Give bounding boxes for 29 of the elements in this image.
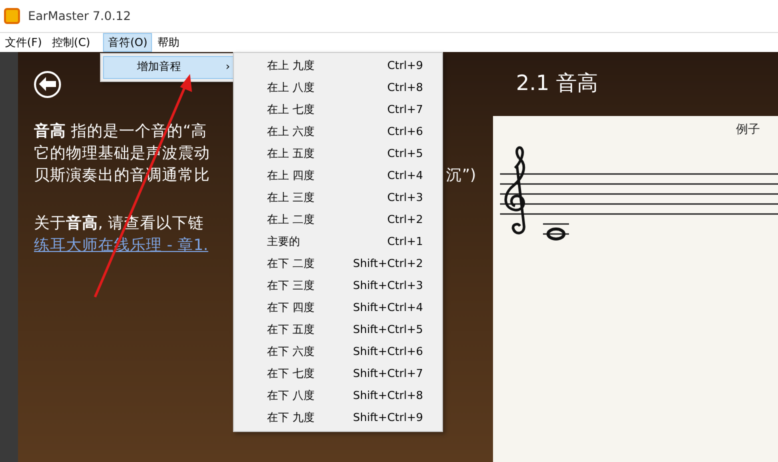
menu-item[interactable]: 在上 九度 Ctrl+9 — [234, 55, 442, 77]
text-fragment: 沉”) — [446, 165, 476, 186]
text-line: 音高 指的是一个音的“高 — [34, 121, 207, 142]
menu-item[interactable]: 在下 三度 Shift+Ctrl+3 — [234, 275, 442, 297]
menu-item[interactable]: 帮助 — [152, 33, 184, 52]
menu-item[interactable]: 在下 四度 Shift+Ctrl+4 — [234, 297, 442, 319]
menu-item[interactable]: 主要的 Ctrl+1 — [234, 231, 442, 253]
menu-item[interactable]: 在上 七度 Ctrl+7 — [234, 99, 442, 121]
menu-item[interactable]: 在下 二度 Shift+Ctrl+2 — [234, 253, 442, 275]
window-title: EarMaster 7.0.12 — [28, 8, 131, 25]
menu-item[interactable]: 在上 三度 Ctrl+3 — [234, 187, 442, 209]
menu-item[interactable]: 文件(F) — [0, 33, 47, 52]
app-icon — [4, 8, 20, 24]
menu-item[interactable]: 在上 二度 Ctrl+2 — [234, 209, 442, 231]
menu-item[interactable]: 在下 九度 Shift+Ctrl+9 — [234, 407, 442, 429]
menu-item[interactable]: 在上 六度 Ctrl+6 — [234, 121, 442, 143]
lesson-title: 2.1 音高 — [516, 70, 598, 98]
back-button[interactable] — [34, 70, 61, 98]
menu-item[interactable]: 在下 七度 Shift+Ctrl+7 — [234, 363, 442, 385]
example-label: 例子 — [735, 121, 761, 138]
menu-item[interactable]: 在上 四度 Ctrl+4 — [234, 165, 442, 187]
menu-item[interactable]: 在下 五度 Shift+Ctrl+5 — [234, 319, 442, 341]
back-arrow-icon — [39, 77, 56, 91]
menu-item[interactable]: 音符(O) — [103, 33, 152, 52]
menu-item[interactable]: 在上 五度 Ctrl+5 — [234, 143, 442, 165]
menu-item[interactable]: 控制(C) — [46, 33, 96, 52]
menu-item[interactable]: 在下 六度 Shift+Ctrl+6 — [234, 341, 442, 363]
menu-item[interactable]: 在上 八度 Ctrl+8 — [234, 77, 442, 99]
menu-item[interactable]: 在下 八度 Shift+Ctrl+8 — [234, 385, 442, 407]
